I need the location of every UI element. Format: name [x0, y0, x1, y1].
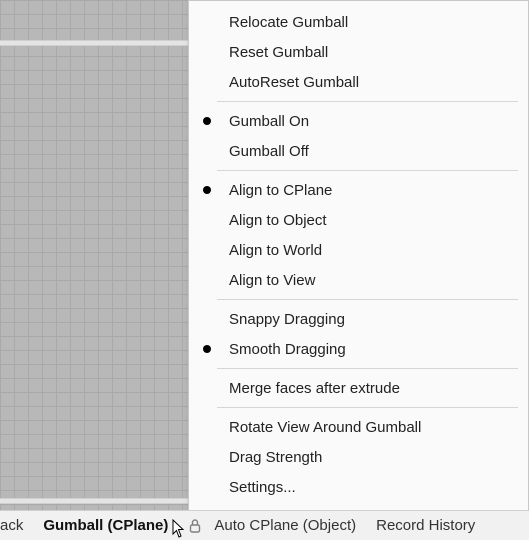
menu-item-gumball-off[interactable]: Gumball Off	[189, 136, 528, 166]
menu-item-autoreset-gumball[interactable]: AutoReset Gumball	[189, 67, 528, 97]
menu-item-label: Align to CPlane	[229, 182, 332, 199]
menu-item-merge-faces[interactable]: Merge faces after extrude	[189, 373, 528, 403]
menu-item-label: Align to Object	[229, 212, 327, 229]
menu-item-settings[interactable]: Settings...	[189, 472, 528, 502]
cursor-icon	[172, 519, 186, 539]
menu-item-label: Reset Gumball	[229, 44, 328, 61]
menu-item-label: Drag Strength	[229, 449, 322, 466]
statusbar-record-history[interactable]: Record History	[366, 517, 485, 534]
menu-item-label: Merge faces after extrude	[229, 380, 400, 397]
radio-check-icon	[203, 345, 211, 353]
menu-item-label: Align to World	[229, 242, 322, 259]
statusbar-item-label: Gumball (CPlane)	[43, 517, 168, 534]
menu-item-align-cplane[interactable]: Align to CPlane	[189, 175, 528, 205]
menu-item-label: Align to View	[229, 272, 315, 289]
menu-item-label: Rotate View Around Gumball	[229, 419, 421, 436]
menu-item-label: Smooth Dragging	[229, 341, 346, 358]
menu-item-label: Gumball On	[229, 113, 309, 130]
menu-separator	[217, 407, 518, 408]
menu-item-align-world[interactable]: Align to World	[189, 235, 528, 265]
menu-separator	[217, 101, 518, 102]
menu-item-relocate-gumball[interactable]: Relocate Gumball	[189, 7, 528, 37]
gumball-context-menu: Relocate Gumball Reset Gumball AutoReset…	[188, 0, 529, 513]
menu-item-align-object[interactable]: Align to Object	[189, 205, 528, 235]
menu-item-label: AutoReset Gumball	[229, 74, 359, 91]
statusbar-item-truncated[interactable]: ack	[0, 517, 33, 534]
menu-item-label: Snappy Dragging	[229, 311, 345, 328]
menu-item-snappy-dragging[interactable]: Snappy Dragging	[189, 304, 528, 334]
menu-item-smooth-dragging[interactable]: Smooth Dragging	[189, 334, 528, 364]
radio-check-icon	[203, 186, 211, 194]
menu-item-reset-gumball[interactable]: Reset Gumball	[189, 37, 528, 67]
menu-item-rotate-view-around-gumball[interactable]: Rotate View Around Gumball	[189, 412, 528, 442]
statusbar-item-label: ack	[0, 517, 23, 534]
menu-item-align-view[interactable]: Align to View	[189, 265, 528, 295]
statusbar-gumball[interactable]: Gumball (CPlane)	[33, 517, 178, 534]
menu-separator	[217, 368, 518, 369]
lock-icon	[186, 518, 204, 534]
menu-item-label: Gumball Off	[229, 143, 309, 160]
menu-item-gumball-on[interactable]: Gumball On	[189, 106, 528, 136]
statusbar-auto-cplane[interactable]: Auto CPlane (Object)	[204, 517, 366, 534]
menu-item-drag-strength[interactable]: Drag Strength	[189, 442, 528, 472]
menu-item-label: Relocate Gumball	[229, 14, 348, 31]
menu-separator	[217, 299, 518, 300]
menu-item-label: Settings...	[229, 479, 296, 496]
statusbar-item-label: Record History	[376, 517, 475, 534]
statusbar-item-label: Auto CPlane (Object)	[214, 517, 356, 534]
status-bar: ack Gumball (CPlane) Auto CPlane (Object…	[0, 510, 529, 540]
menu-separator	[217, 170, 518, 171]
radio-check-icon	[203, 117, 211, 125]
